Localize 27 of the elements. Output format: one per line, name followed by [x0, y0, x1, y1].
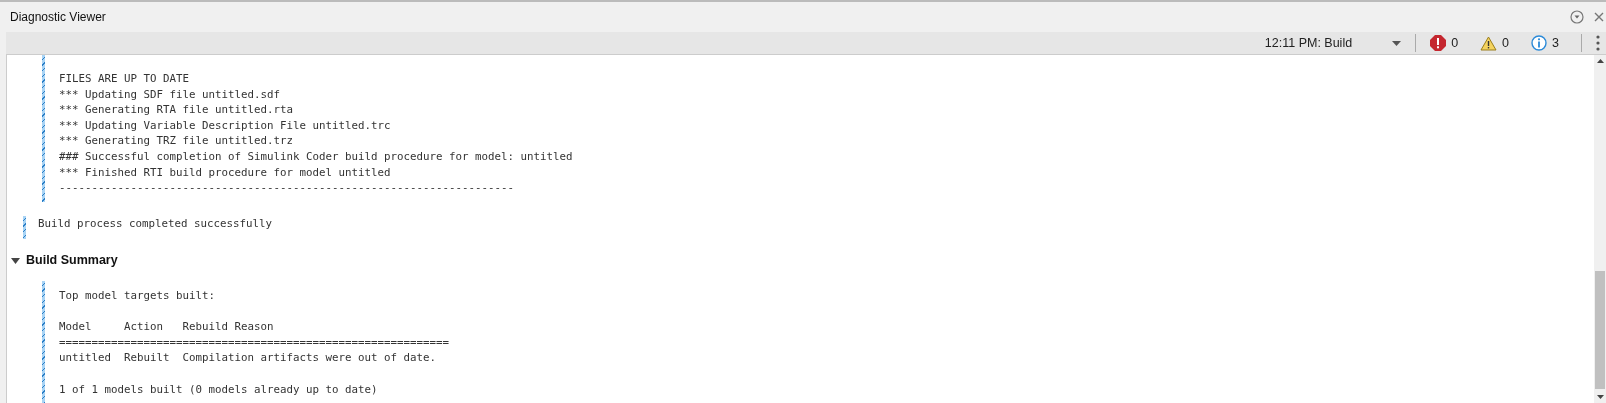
caret-icon — [1392, 40, 1402, 46]
log-line: Model Action Rebuild Reason — [59, 319, 275, 335]
dropdown-icon[interactable] — [1570, 10, 1584, 24]
log-line: Top model targets built: — [59, 287, 216, 304]
scroll-up-icon[interactable] — [1596, 59, 1604, 63]
section-title: Build Summary — [26, 253, 118, 269]
session-dropdown[interactable]: 12:11 PM: Build — [1264, 36, 1402, 50]
log-line: 1 of 1 models built (0 models already up to date) — [59, 381, 379, 398]
log-line: *** Updating SDF file untitled.sdf — [59, 86, 281, 103]
log-line: ---------------------------------------------------------------------- — [59, 180, 516, 196]
warnings-filter[interactable]: 0 — [1480, 35, 1510, 51]
log-line: untitled Rebuilt Compilation artifacts were out of date. — [59, 350, 438, 366]
scroll-down-icon[interactable] — [1596, 395, 1604, 399]
log-line: *** Updating Variable Description File untitled.trc — [59, 117, 392, 134]
log-line: Build process completed successfully — [38, 215, 272, 232]
scrollbar[interactable] — [1594, 55, 1606, 403]
message-marker — [23, 215, 26, 240]
log-line: *** Finished RTI build procedure for model untitled — [59, 164, 392, 181]
log-line: ============================================================ — [59, 334, 450, 351]
expand-toggle-icon[interactable] — [11, 258, 20, 265]
log-line: *** Generating RTA file untitled.rta — [59, 102, 294, 118]
log-line: ### Successful completion of Simulink Coder build procedure for model: untitled — [59, 148, 573, 165]
close-icon[interactable] — [1594, 12, 1604, 22]
window-title: Diagnostic Viewer — [10, 10, 106, 24]
log-line: FILES ARE UP TO DATE — [59, 71, 190, 87]
more-options-icon[interactable] — [1596, 35, 1600, 51]
log-line: *** Generating TRZ file untitled.trz — [59, 133, 294, 149]
